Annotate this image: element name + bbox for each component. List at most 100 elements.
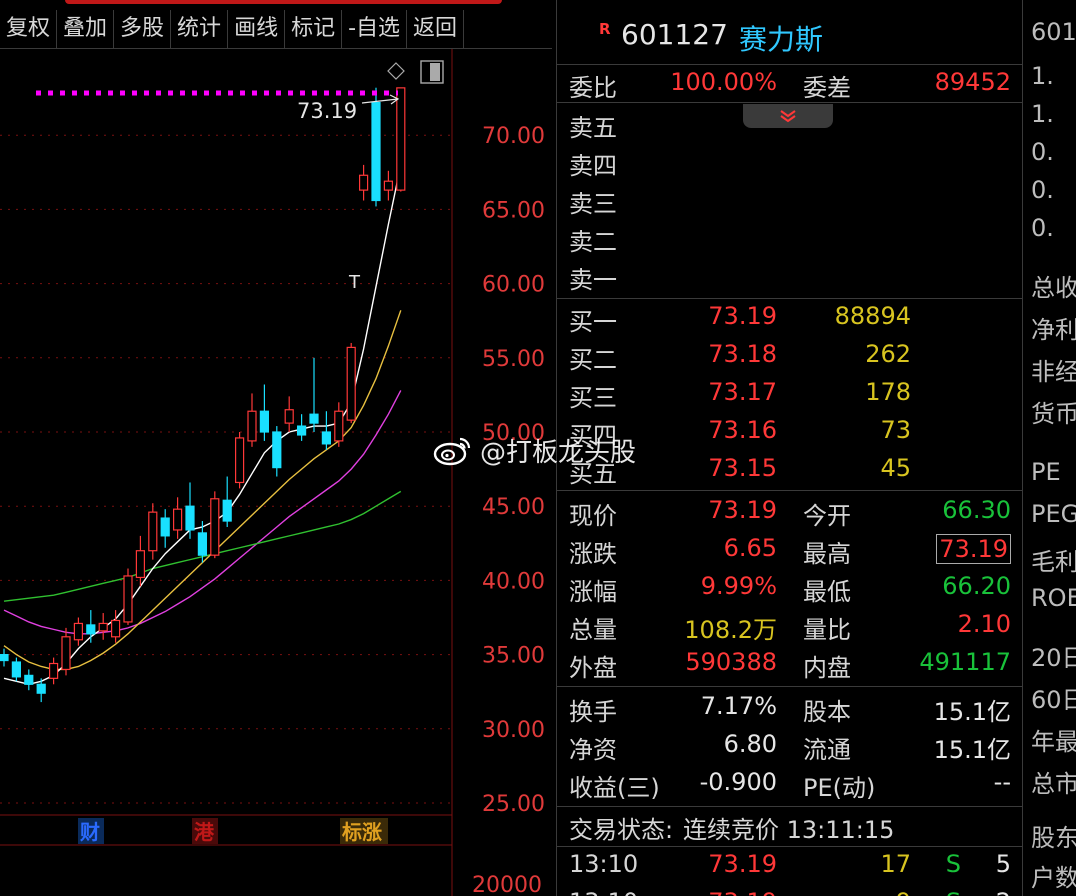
candle-body — [48, 662, 59, 679]
bid-row[interactable]: 买三 73.17 178 — [557, 376, 1023, 414]
toolbar-item-4[interactable]: 画线 — [228, 10, 286, 48]
bid-label: 买三 — [569, 384, 617, 412]
weicha-label: 委差 — [803, 74, 851, 102]
toolbar-item-3[interactable]: 统计 — [171, 10, 229, 48]
event-marker-0[interactable]: 财 — [78, 818, 104, 844]
tick-row[interactable]: 13:10 73.19 17 S 5 — [557, 848, 1023, 886]
finance-sidebar-item: 总收 — [1031, 274, 1076, 302]
candle-body — [0, 653, 9, 662]
candle — [235, 432, 245, 489]
info-label: 净资 — [569, 736, 617, 764]
ask-label: 卖一 — [569, 266, 617, 294]
diamond-icon[interactable] — [387, 62, 405, 80]
stock-code: 601127 — [621, 18, 728, 51]
bid-price: 73.15 — [708, 454, 777, 482]
finance-sidebar-item: 总市 — [1031, 770, 1076, 798]
toolbar-item-7[interactable]: 返回 — [407, 10, 465, 48]
candle-body — [210, 498, 220, 556]
finance-sidebar-item: 0. — [1031, 138, 1054, 166]
candle-body — [321, 431, 331, 445]
quote-label: 今开 — [803, 502, 851, 530]
tick-price: 73.19 — [708, 850, 777, 878]
info-value: -0.900 — [699, 768, 777, 796]
toolbar-item-2[interactable]: 多股 — [114, 10, 172, 48]
info-value: 15.1亿 — [933, 698, 1011, 726]
cursor-marker: T — [348, 272, 361, 293]
toolbar-item-1[interactable]: 叠加 — [57, 10, 115, 48]
price-tick-label: 65.00 — [482, 198, 545, 223]
quote-value: 9.99% — [700, 572, 777, 600]
quote-label: 量比 — [803, 616, 851, 644]
divider — [557, 686, 1023, 687]
ask-label: 卖五 — [569, 114, 617, 142]
candle-body — [160, 517, 170, 537]
price-tick-label: 55.00 — [482, 347, 545, 372]
candle — [359, 164, 369, 201]
volume-tick-label: 20000 — [472, 873, 542, 896]
event-label: 港 — [194, 820, 215, 844]
candle — [148, 503, 158, 560]
high-price-label: 73.19 — [297, 99, 357, 123]
quote-row: 总量 108.2万 量比 2.10 — [557, 608, 1023, 646]
candle-body — [235, 437, 245, 484]
finance-sidebar-item: PEG — [1031, 500, 1076, 528]
candle-body — [11, 661, 21, 678]
candle-body — [135, 550, 145, 579]
tick-row[interactable]: 13:10 73.19 9 S 2 — [557, 886, 1023, 896]
event-marker-1[interactable]: 港 — [192, 818, 218, 844]
price-tick-label: 70.00 — [482, 124, 545, 149]
toolbar-item-6[interactable]: -自选 — [342, 10, 408, 48]
order-ratio-row: 委比 100.00% 委差 89452 — [557, 66, 1023, 104]
divider — [557, 806, 1023, 807]
finance-sidebar-item: 0. — [1031, 214, 1054, 242]
event-marker-2[interactable]: 标涨 — [340, 818, 388, 844]
bid-row[interactable]: 买二 73.18 262 — [557, 338, 1023, 376]
candle-body — [247, 410, 257, 442]
quote-value: 2.10 — [957, 610, 1011, 638]
tick-count: 5 — [995, 850, 1011, 878]
ask-row[interactable]: 卖四 — [557, 144, 1023, 182]
window-toggle-icon[interactable] — [420, 60, 444, 84]
stock-name[interactable]: 赛力斯 — [739, 18, 823, 58]
weibi-label: 委比 — [569, 74, 617, 102]
weibi-value: 100.00% — [670, 68, 777, 96]
trade-status-row: 交易状态: 连续竞价 13:11:15 — [557, 808, 1023, 846]
candle-body — [396, 87, 406, 191]
stock-header: R 601127 赛力斯 — [557, 16, 1023, 56]
ask-label: 卖四 — [569, 152, 617, 180]
kline-chart[interactable]: 70.00 65.00 60.00 55.00 50.00 45.00 40.00 35.00… — [0, 49, 552, 896]
tick-volume: 17 — [880, 850, 911, 878]
ask-row[interactable]: 卖一 — [557, 258, 1023, 296]
bid-volume: 88894 — [834, 302, 911, 330]
info-row: 净资 6.80 流通 15.1亿 — [557, 728, 1023, 766]
bid-price: 73.16 — [708, 416, 777, 444]
candle — [0, 648, 9, 667]
info-value: 6.80 — [723, 730, 777, 758]
quote-value: 73.19 — [708, 496, 777, 524]
toolbar-item-0[interactable]: 复权 — [0, 10, 58, 48]
info-label: 换手 — [569, 698, 617, 726]
candle-body — [173, 508, 183, 531]
candle — [383, 170, 393, 201]
quote-row: 涨跌 6.65 最高 73.19 — [557, 532, 1023, 570]
quote-label: 最高 — [803, 540, 851, 568]
top-accent-bar — [65, 0, 502, 4]
bid-row[interactable]: 买一 73.19 88894 — [557, 300, 1023, 338]
price-tick-label: 45.00 — [482, 495, 545, 520]
tick-side: S — [945, 850, 961, 878]
finance-sidebar-item: 股东 — [1031, 824, 1076, 852]
candle-body — [284, 409, 294, 424]
bid-price: 73.18 — [708, 340, 777, 368]
bid-label: 买一 — [569, 308, 617, 336]
candle — [297, 414, 307, 441]
quote-row: 现价 73.19 今开 66.30 — [557, 494, 1023, 532]
ask-row[interactable]: 卖二 — [557, 220, 1023, 258]
rzrq-badge: R — [599, 20, 611, 38]
candle — [86, 610, 96, 643]
candle-body — [61, 636, 71, 671]
ask-row[interactable]: 卖五 — [557, 106, 1023, 144]
ask-row[interactable]: 卖三 — [557, 182, 1023, 220]
candle-body — [123, 575, 133, 623]
toolbar-item-5[interactable]: 标记 — [285, 10, 343, 48]
quote-label: 总量 — [569, 616, 617, 644]
